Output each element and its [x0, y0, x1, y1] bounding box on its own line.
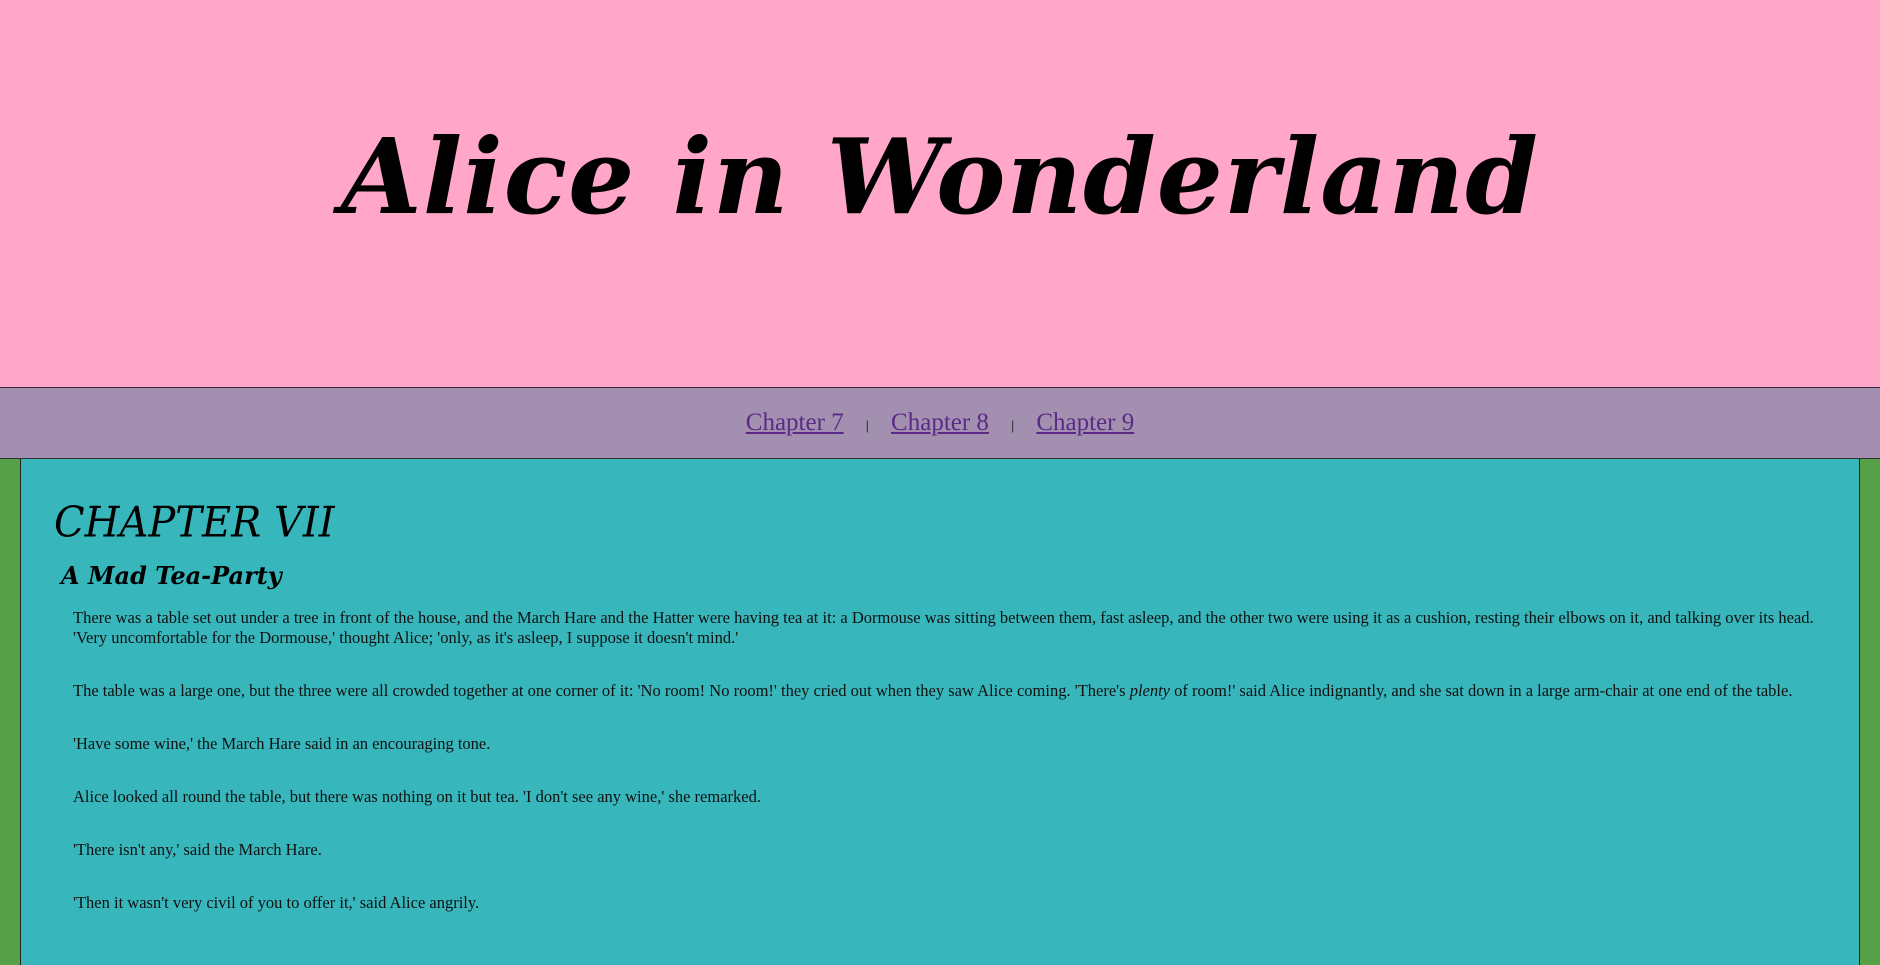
paragraph-text: of room!' said Alice indignantly, and sh…: [1170, 681, 1793, 700]
paragraph: The table was a large one, but the three…: [54, 681, 1827, 701]
site-title: Alice in Wonderland: [341, 114, 1539, 238]
chapter-nav: Chapter 7 | Chapter 8 | Chapter 9: [0, 388, 1880, 459]
paragraph-text: The table was a large one, but the three…: [73, 681, 1130, 700]
nav-separator: |: [1010, 417, 1015, 433]
nav-link-chapter-9[interactable]: Chapter 9: [1036, 409, 1134, 437]
nav-link-chapter-8[interactable]: Chapter 8: [891, 409, 989, 437]
paragraph: 'Have some wine,' the March Hare said in…: [73, 734, 491, 753]
page-header: Alice in Wonderland: [0, 0, 1880, 388]
paragraph: 'There isn't any,' said the March Hare.: [73, 840, 322, 859]
paragraph: There was a table set out under a tree i…: [73, 608, 1814, 647]
nav-separator: |: [865, 417, 870, 433]
paragraph: 'Then it wasn't very civil of you to off…: [73, 893, 480, 912]
paragraph: Alice looked all round the table, but th…: [73, 787, 761, 806]
chapter-content: CHAPTER VII A Mad Tea-Party There was a …: [20, 459, 1860, 965]
nav-link-chapter-7[interactable]: Chapter 7: [746, 409, 844, 437]
chapter-title: A Mad Tea-Party: [61, 561, 282, 590]
chapter-number: CHAPTER VII: [54, 498, 335, 548]
emphasis-text: plenty: [1129, 681, 1171, 700]
